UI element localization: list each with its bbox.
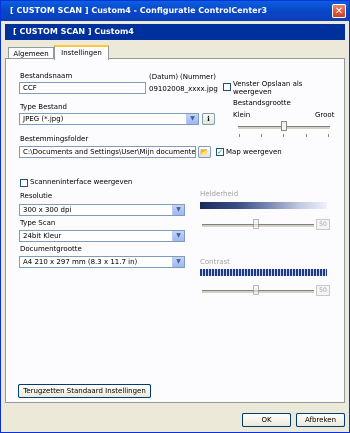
resolution-select[interactable]: 300 x 300 dpi ▼ (19, 204, 185, 216)
restore-defaults-button[interactable]: Terugzetten Standaard Instellingen (18, 384, 151, 398)
destination-input[interactable]: C:\Documents and Settings\User\Mijn docu… (19, 146, 196, 158)
filesize-label: Bestandsgrootte (233, 99, 291, 107)
info-icon[interactable]: ℹ (202, 113, 215, 125)
contrast-gauge (200, 269, 327, 276)
chevron-down-icon: ▼ (186, 114, 198, 124)
filesize-small-label: Klein (233, 111, 251, 119)
scanner-interface-checkbox[interactable] (20, 179, 28, 187)
contrast-slider (253, 285, 259, 295)
ok-button[interactable]: OK (242, 413, 291, 427)
config-window: [ CUSTOM SCAN ] Custom4 - Configuratie C… (0, 0, 350, 433)
number-label: (Nummer) (180, 73, 216, 81)
example-filename: 09102008_xxxx.jpg (149, 85, 218, 93)
scanner-interface-label: Scanneninterface weergeven (30, 178, 133, 186)
date-label: (Datum) (149, 73, 179, 81)
show-save-window-label: Venster Opslaan als weergeven (233, 80, 303, 96)
close-icon[interactable]: ✕ (332, 4, 346, 18)
filesize-slider[interactable] (281, 121, 287, 131)
scan-type-value: 24bit Kleur (23, 232, 62, 240)
brightness-label: Helderheid (200, 190, 239, 198)
destination-label: Bestemmingsfolder (20, 135, 89, 143)
brightness-gauge (200, 202, 327, 209)
contrast-value: 50 (316, 285, 330, 296)
contrast-label: Contrast (200, 258, 230, 266)
show-folder-checkbox[interactable]: ✓ (216, 148, 224, 156)
scan-type-select[interactable]: 24bit Kleur ▼ (19, 230, 185, 242)
show-save-window-checkbox[interactable] (223, 83, 231, 91)
title-bar: [ CUSTOM SCAN ] Custom4 - Configuratie C… (1, 1, 349, 21)
filename-label: Bestandsnaam (20, 72, 73, 80)
chevron-down-icon: ▼ (172, 231, 184, 241)
scan-type-label: Type Scan (20, 219, 56, 227)
show-folder-label: Map weergeven (226, 148, 282, 156)
resolution-value: 300 x 300 dpi (23, 206, 72, 214)
filetype-label: Type Bestand (20, 103, 67, 111)
cancel-button[interactable]: Afbreken (296, 413, 345, 427)
header-banner: [ CUSTOM SCAN ] Custom4 (5, 24, 345, 40)
settings-panel: Bestandsnaam CCF (Datum) (Nummer) 091020… (5, 58, 345, 403)
tab-instellingen[interactable]: Instellingen (54, 45, 109, 60)
doc-size-label: Documentgrootte (20, 245, 82, 253)
brightness-value: 50 (316, 219, 330, 230)
chevron-down-icon: ▼ (172, 205, 184, 215)
brightness-slider (253, 219, 259, 229)
folder-icon[interactable]: 📂 (198, 146, 211, 158)
doc-size-value: A4 210 x 297 mm (8.3 x 11.7 in) (23, 258, 138, 266)
filename-input[interactable]: CCF (19, 82, 146, 94)
window-title: [ CUSTOM SCAN ] Custom4 - Configuratie C… (10, 6, 268, 15)
doc-size-select[interactable]: A4 210 x 297 mm (8.3 x 11.7 in) ▼ (19, 256, 185, 268)
resolution-label: Resolutie (20, 192, 53, 200)
filesize-large-label: Groot (315, 111, 335, 119)
filetype-select[interactable]: JPEG (*.jpg) ▼ (19, 113, 199, 125)
filetype-value: JPEG (*.jpg) (23, 115, 64, 123)
banner-title: [ CUSTOM SCAN ] Custom4 (13, 27, 134, 36)
chevron-down-icon: ▼ (172, 257, 184, 267)
